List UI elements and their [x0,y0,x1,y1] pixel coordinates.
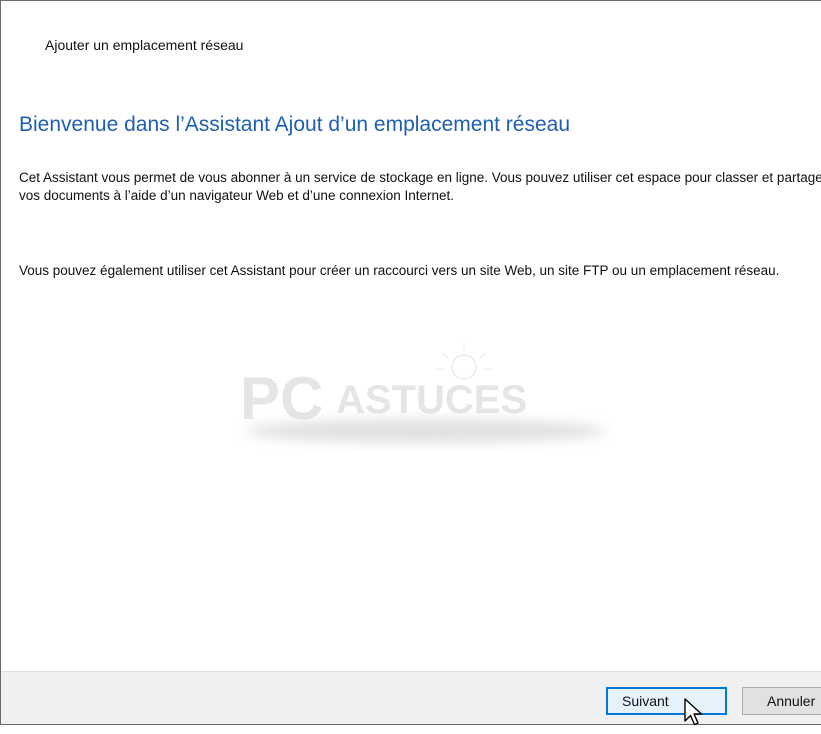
lightbulb-icon [436,343,492,380]
wizard-window: Ajouter un emplacement réseau Bienvenue … [0,0,821,734]
window-title: Ajouter un emplacement réseau [45,37,244,53]
watermark-pc-text: PC [240,365,323,432]
mouse-pointer-icon [684,698,703,726]
intro-paragraph: Cet Assistant vous permet de vous abonne… [19,170,821,203]
watermark-logo: PC ASTUCES [236,341,616,451]
cancel-button[interactable]: Annuler [742,687,821,715]
watermark-astuces-text: ASTUCES [336,378,527,422]
next-button[interactable]: Suivant [606,687,727,715]
page-heading: Bienvenue dans l’Assistant Ajout d’un em… [19,113,571,136]
shortcut-paragraph: Vous pouvez également utiliser cet Assis… [19,263,780,278]
